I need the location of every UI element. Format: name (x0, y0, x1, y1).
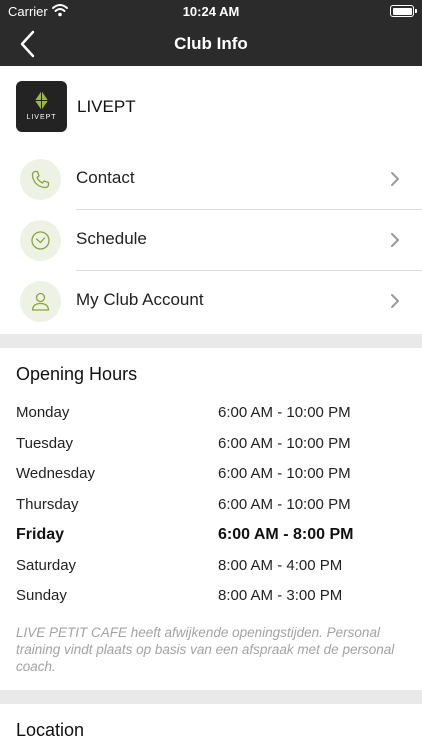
location-title: Location (16, 720, 85, 740)
club-info-card: LIVEPT LIVEPT Contact Schedule My Club A… (0, 66, 422, 334)
club-logo: LIVEPT (16, 81, 67, 132)
hours-value: 6:00 AM - 10:00 PM (218, 434, 351, 452)
day-label: Monday (16, 404, 70, 421)
status-bar: Carrier 10:24 AM (0, 0, 422, 22)
logo-gem-icon (35, 91, 48, 110)
navigation-bar: Club Info (0, 22, 422, 66)
hours-row: Sunday 8:00 AM - 3:00 PM (0, 581, 422, 611)
user-icon (31, 292, 50, 311)
menu-item-label: My Club Account (76, 290, 204, 309)
day-label: Friday (16, 526, 65, 543)
day-label: Wednesday (16, 465, 95, 482)
hours-note: LIVE PETIT CAFE heeft afwijkende opening… (16, 625, 395, 674)
day-label: Thursday (16, 495, 79, 513)
opening-hours-card: Opening Hours Monday 6:00 AM - 10:00 PM … (0, 348, 422, 690)
hours-row: Tuesday 6:00 AM - 10:00 PM (0, 429, 422, 459)
hours-value: 8:00 AM - 4:00 PM (218, 556, 343, 574)
menu-item-label: Schedule (76, 229, 147, 248)
status-time: 10:24 AM (182, 4, 240, 19)
chevron-right-icon (391, 233, 399, 247)
menu-item-contact[interactable]: Contact (0, 149, 422, 210)
day-label: Saturday (16, 556, 77, 574)
chevron-right-icon (391, 294, 399, 308)
hours-row: Thursday 6:00 AM - 10:00 PM (0, 490, 422, 520)
club-name: LIVEPT (77, 97, 136, 116)
hours-row-today: Friday 6:00 AM - 8:00 PM (0, 520, 422, 550)
hours-row: Wednesday 6:00 AM - 10:00 PM (0, 459, 422, 489)
hours-row: Monday 6:00 AM - 10:00 PM (0, 398, 422, 428)
hours-value: 6:00 AM - 10:00 PM (218, 404, 351, 421)
hours-value: 8:00 AM - 3:00 PM (218, 587, 343, 604)
location-card: Location (0, 704, 422, 750)
menu-item-label: Contact (76, 168, 135, 187)
phone-icon (31, 170, 50, 189)
hours-value: 6:00 AM - 8:00 PM (218, 526, 354, 543)
opening-hours-title: Opening Hours (16, 364, 138, 384)
battery-icon (390, 5, 417, 17)
account-icon-circle (20, 281, 61, 322)
day-label: Tuesday (16, 434, 73, 452)
logo-text: LIVEPT (26, 114, 57, 121)
menu-item-my-club-account[interactable]: My Club Account (0, 271, 422, 332)
hours-value: 6:00 AM - 10:00 PM (218, 465, 351, 482)
contact-icon-circle (20, 159, 61, 200)
page-title: Club Info (174, 34, 248, 53)
hours-value: 6:00 AM - 10:00 PM (218, 495, 351, 513)
chevron-right-icon (391, 172, 399, 186)
schedule-icon-circle (20, 220, 61, 261)
day-label: Sunday (16, 587, 67, 604)
hours-row: Saturday 8:00 AM - 4:00 PM (0, 551, 422, 581)
menu-item-schedule[interactable]: Schedule (0, 210, 422, 271)
clock-icon (31, 231, 50, 250)
